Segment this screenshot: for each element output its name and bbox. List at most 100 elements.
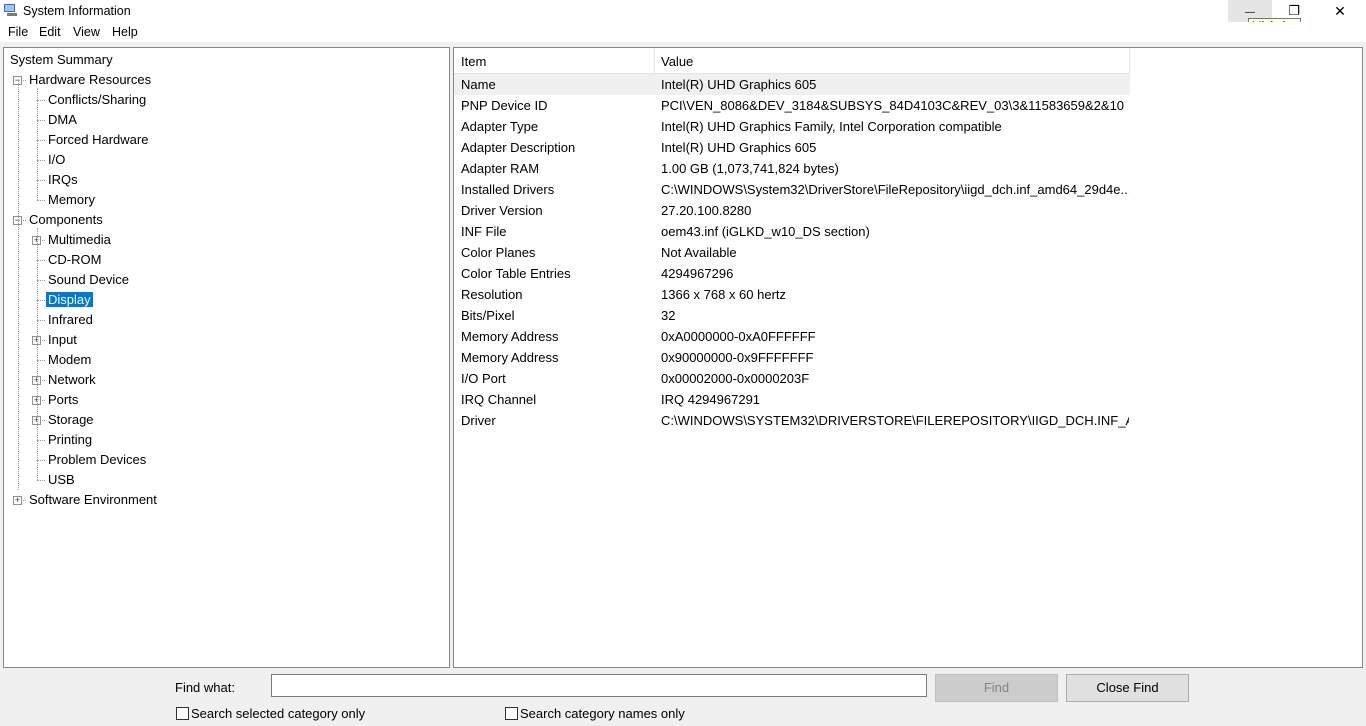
table-row[interactable]: Driver C:\WINDOWS\SYSTEM32\DRIVERSTORE\FI… [454,410,1130,431]
tree-item-input[interactable]: Input [46,331,79,349]
search-selected-category-label[interactable]: Search selected category only [191,706,365,721]
tree-item-hardware-resources[interactable]: Hardware Resources [27,71,153,89]
table-row[interactable]: IRQ Channel IRQ 4294967291 [454,389,1130,410]
tree-item-label: Network [48,372,96,387]
close-icon: ✕ [1334,3,1346,19]
tree-item-memory[interactable]: Memory [46,191,97,209]
tree-item-label: Memory [48,192,95,207]
tree-connector [37,480,45,481]
tree-item-label: Software Environment [29,492,157,507]
table-row[interactable]: Adapter Description Intel(R) UHD Graphics… [454,137,1130,158]
menu-file[interactable]: File [8,25,28,39]
tree-item-i-o[interactable]: I/O [46,151,67,169]
tree-item-conflicts-sharing[interactable]: Conflicts/Sharing [46,91,148,109]
value-cell: 1.00 GB (1,073,741,824 bytes) [661,161,839,176]
close-find-button[interactable]: Close Find [1066,674,1189,702]
value-cell: Intel(R) UHD Graphics 605 [661,140,817,155]
tree-connector [18,80,19,490]
table-row[interactable]: INF File oem43.inf (iGLKD_w10_DS section) [454,221,1130,242]
tree-connector [37,200,45,201]
table-row[interactable]: Resolution 1366 x 768 x 60 hertz [454,284,1130,305]
tree-item-usb[interactable]: USB [46,471,77,489]
value-cell: 32 [661,308,676,323]
tree-item-label: System Summary [10,52,113,67]
search-selected-category-checkbox[interactable] [176,707,189,720]
tree-connector [37,180,45,181]
tree-connector [37,140,45,141]
item-cell: I/O Port [461,371,506,386]
value-cell: C:\WINDOWS\System32\DriverStore\FileRepo… [661,182,1129,197]
title-bar: System Information — ❐ ✕ [0,0,1366,22]
tree-item-problem-devices[interactable]: Problem Devices [46,451,148,469]
item-cell: Color Planes [461,245,536,260]
tree-item-forced-hardware[interactable]: Forced Hardware [46,131,150,149]
details-list[interactable]: Item Value Name Intel(R) UHD Graphics 605… [453,47,1363,668]
menu-view[interactable]: View [73,25,100,39]
table-row[interactable]: Name Intel(R) UHD Graphics 605 [454,74,1130,95]
table-row[interactable]: Color Table Entries 4294967296 [454,263,1130,284]
tree-item-dma[interactable]: DMA [46,111,79,129]
table-row[interactable]: Color Planes Not Available [454,242,1130,263]
tree-item-components[interactable]: Components [27,211,105,229]
tree-item-display[interactable]: Display [46,291,93,309]
table-row[interactable]: Bits/Pixel 32 [454,305,1130,326]
tree-item-ports[interactable]: Ports [46,391,80,409]
item-cell: Adapter Type [461,119,539,134]
item-cell: Color Table Entries [461,266,571,281]
tree-item-software-environment[interactable]: Software Environment [27,491,159,509]
table-row[interactable]: Driver Version 27.20.100.8280 [454,200,1130,221]
tree-item-network[interactable]: Network [46,371,98,389]
value-cell: 0x90000000-0x9FFFFFFF [661,350,814,365]
tree-item-printing[interactable]: Printing [46,431,94,449]
tree-item-storage[interactable]: Storage [46,411,96,429]
item-cell: INF File [461,224,507,239]
find-button[interactable]: Find [935,674,1058,702]
tree-item-sound-device[interactable]: Sound Device [46,271,131,289]
table-row[interactable]: Memory Address 0xA0000000-0xA0FFFFFF [454,326,1130,347]
find-what-input[interactable] [271,674,927,697]
item-cell: Adapter RAM [461,161,540,176]
menu-help[interactable]: Help [112,25,138,39]
table-row[interactable]: Memory Address 0x90000000-0x9FFFFFFF [454,347,1130,368]
column-divider[interactable] [1129,48,1130,73]
tree-connector [37,88,38,200]
table-row[interactable]: Adapter RAM 1.00 GB (1,073,741,824 bytes) [454,158,1130,179]
table-row[interactable]: PNP Device ID PCI\VEN_8086&DEV_3184&SUBSY… [454,95,1130,116]
tree-item-label: Printing [48,432,93,447]
tree-item-label: Display [46,292,93,307]
tree-item-cd-rom[interactable]: CD-ROM [46,251,103,269]
table-row[interactable]: Adapter Type Intel(R) UHD Graphics Family… [454,116,1130,137]
item-cell: Memory Address [461,329,559,344]
category-tree[interactable]: System Summary − Hardware Resources Conflic… [3,47,450,668]
tree-item-multimedia[interactable]: Multimedia [46,231,113,249]
tree-connector [37,360,45,361]
value-cell: 4294967296 [661,266,734,281]
tree-item-label: Input [48,332,77,347]
tree-connector [37,460,45,461]
tree-item-label: Storage [48,412,94,427]
tree-item-label: USB [48,472,75,487]
tree-item-irqs[interactable]: IRQs [46,171,80,189]
value-cell: 1366 x 768 x 60 hertz [661,287,787,302]
expand-icon[interactable]: + [13,496,22,505]
table-row[interactable]: Installed Drivers C:\WINDOWS\System32\Dri… [454,179,1130,200]
table-row[interactable]: I/O Port 0x00002000-0x0000203F [454,368,1130,389]
tree-item-label: Multimedia [48,232,111,247]
close-button[interactable]: ✕ [1318,0,1362,22]
search-category-names-checkbox[interactable] [505,707,518,720]
window-title: System Information [23,4,131,18]
item-cell: Installed Drivers [461,182,555,197]
tree-item-label: Conflicts/Sharing [48,92,147,107]
search-category-names-label[interactable]: Search category names only [520,706,685,721]
menu-edit[interactable]: Edit [39,25,61,39]
item-cell: Memory Address [461,350,559,365]
column-header-value[interactable]: Value [654,48,1129,73]
tree-item-label: Components [29,212,103,227]
value-cell: Not Available [661,245,737,260]
tree-item-infrared[interactable]: Infrared [46,311,95,329]
column-header-item[interactable]: Item [454,48,654,73]
tree-item-system-summary[interactable]: System Summary [8,51,115,69]
tree-connector [37,100,45,101]
tree-item-modem[interactable]: Modem [46,351,93,369]
item-cell: PNP Device ID [461,98,548,113]
